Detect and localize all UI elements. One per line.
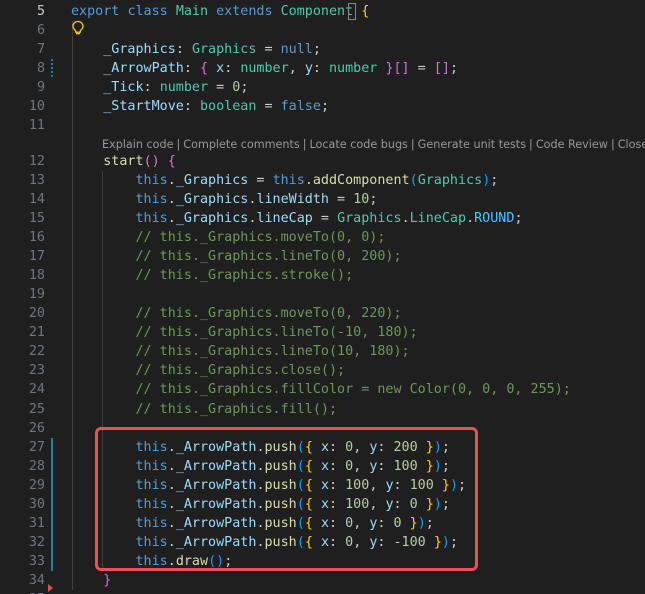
codelens-locate-code-bugs[interactable]: Locate code bugs <box>310 138 408 151</box>
line-number-gutter: 5 6 7 8 9 10 11 12 13 14 15 16 17 18 19 20 21 22 23 24 25 26 2… <box>0 0 66 594</box>
line-number[interactable]: 30 <box>0 495 45 514</box>
line-number[interactable]: 27 <box>0 438 45 457</box>
line-number[interactable]: 19 <box>0 285 45 304</box>
code-line[interactable]: this._Graphics = this.addComponent(Graph… <box>71 171 499 190</box>
line-number[interactable]: 21 <box>0 323 45 342</box>
code-line[interactable]: } <box>71 571 111 590</box>
code-line[interactable]: // this._Graphics.fillColor = new Color(… <box>71 380 571 399</box>
code-line[interactable]: // this._Graphics.moveTo(0, 220); <box>71 304 402 323</box>
codelens-explain-code[interactable]: Explain code <box>102 138 174 151</box>
added-lines-marker[interactable] <box>51 437 53 571</box>
codelens-separator: | <box>410 137 415 151</box>
code-line[interactable]: export class Main extends Component { <box>71 2 369 21</box>
line-number[interactable]: 20 <box>0 304 45 323</box>
line-number[interactable]: 14 <box>0 190 45 209</box>
lightbulb-icon[interactable] <box>71 20 85 36</box>
code-line[interactable]: this._Graphics.lineWidth = 10; <box>71 190 378 209</box>
code-line[interactable]: // this._Graphics.lineTo(-10, 180); <box>71 323 418 342</box>
line-number[interactable]: 9 <box>0 78 45 97</box>
line-number[interactable]: 32 <box>0 533 45 552</box>
code-line[interactable]: _StartMove: boolean = false; <box>71 97 329 116</box>
codelens-complete-comments[interactable]: Complete comments <box>183 138 299 151</box>
line-number[interactable]: 35 <box>0 590 45 594</box>
line-number[interactable]: 15 <box>0 209 45 228</box>
codelens-separator: | <box>176 137 181 151</box>
line-number[interactable]: 6 <box>0 21 45 40</box>
code-editor[interactable]: 5 6 7 8 9 10 11 12 13 14 15 16 17 18 19 20 21 22 23 24 25 26 2… <box>0 0 645 594</box>
code-line[interactable]: // this._Graphics.lineTo(0, 200); <box>71 247 402 266</box>
line-number[interactable]: 26 <box>0 419 45 438</box>
line-number[interactable]: 22 <box>0 342 45 361</box>
codelens-close[interactable]: Close <box>618 138 645 151</box>
codelens-separator: | <box>529 137 533 151</box>
line-number[interactable]: 28 <box>0 457 45 476</box>
annotation-highlight-box <box>95 427 478 571</box>
line-number[interactable]: 13 <box>0 171 45 190</box>
code-line[interactable]: _Tick: number = 0; <box>71 78 248 97</box>
code-line[interactable]: // this._Graphics.fill(); <box>71 400 338 419</box>
line-number[interactable]: 33 <box>0 552 45 571</box>
bracket-match-highlight <box>348 3 356 20</box>
line-number[interactable]: 34 <box>0 571 45 590</box>
codelens-separator: | <box>302 137 307 151</box>
line-number[interactable]: 17 <box>0 247 45 266</box>
codelens-code-review[interactable]: Code Review <box>536 138 608 151</box>
code-line[interactable]: // this._Graphics.close(); <box>71 361 346 380</box>
codelens-generate-unit-tests[interactable]: Generate unit tests <box>418 138 526 151</box>
code-line[interactable]: _ArrowPath: { x: number, y: number }[] =… <box>71 59 458 78</box>
line-number[interactable]: 11 <box>0 116 45 135</box>
code-line[interactable]: // this._Graphics.stroke(); <box>71 266 354 285</box>
deleted-line-marker-icon[interactable] <box>48 583 53 592</box>
modified-line-marker[interactable] <box>51 59 53 79</box>
line-number[interactable]: 10 <box>0 97 45 116</box>
codelens-separator: | <box>610 137 615 151</box>
line-number[interactable]: 12 <box>0 152 45 171</box>
code-line[interactable]: this._Graphics.lineCap = Graphics.LineCa… <box>71 209 523 228</box>
line-number[interactable]: 23 <box>0 361 45 380</box>
line-number[interactable]: 25 <box>0 400 45 419</box>
code-line[interactable]: // this._Graphics.lineTo(10, 180); <box>71 342 410 361</box>
code-line[interactable]: // this._Graphics.moveTo(0, 0); <box>71 228 386 247</box>
line-number[interactable]: 16 <box>0 228 45 247</box>
line-number[interactable]: 7 <box>0 40 45 59</box>
line-number[interactable]: 18 <box>0 266 45 285</box>
line-number[interactable]: 5 <box>0 2 45 21</box>
code-line[interactable]: _Graphics: Graphics = null; <box>71 40 321 59</box>
line-number[interactable]: 29 <box>0 476 45 495</box>
line-number[interactable]: 31 <box>0 514 45 533</box>
line-number[interactable]: 8 <box>0 59 45 78</box>
line-number[interactable]: 24 <box>0 380 45 399</box>
code-line[interactable]: start() { <box>71 152 176 171</box>
codelens-actions: Explain code | Complete comments | Locate co… <box>102 136 645 153</box>
